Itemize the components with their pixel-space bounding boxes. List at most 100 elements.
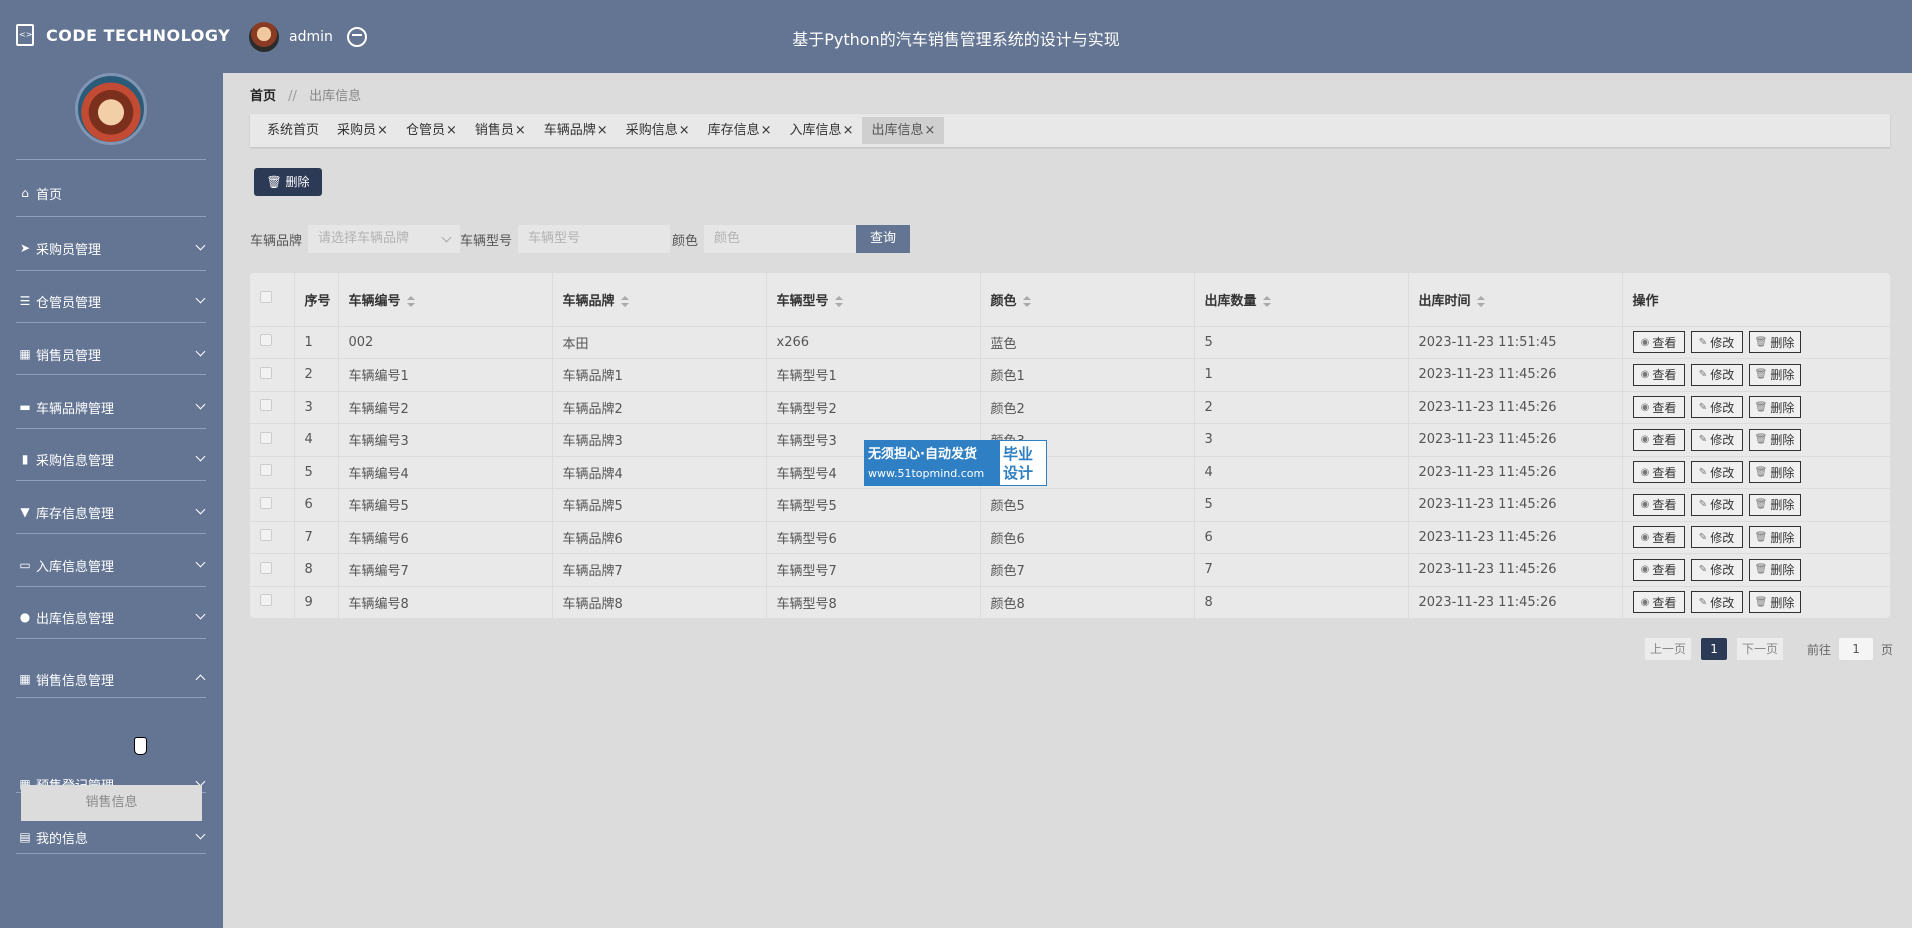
tab[interactable]: 采购员× bbox=[328, 117, 397, 144]
view-button[interactable]: ◉ 查看 bbox=[1632, 493, 1685, 516]
close-icon[interactable]: × bbox=[597, 123, 608, 138]
row-checkbox[interactable] bbox=[260, 464, 272, 477]
view-button[interactable]: ◉ 查看 bbox=[1632, 461, 1685, 484]
delete-button[interactable]: 🗑 删除 bbox=[1748, 428, 1801, 451]
view-button[interactable]: ◉ 查看 bbox=[1632, 396, 1685, 419]
edit-button[interactable]: ✎ 修改 bbox=[1690, 363, 1743, 386]
sidebar-item[interactable]: ☰ 仓管员管理 bbox=[18, 289, 208, 313]
edit-button[interactable]: ✎ 修改 bbox=[1690, 526, 1743, 549]
row-checkbox[interactable] bbox=[260, 496, 272, 509]
sidebar-item[interactable]: ● 出库信息管理 bbox=[18, 605, 208, 629]
edit-button[interactable]: ✎ 修改 bbox=[1690, 493, 1743, 516]
view-button[interactable]: ◉ 查看 bbox=[1632, 558, 1685, 581]
edit-button[interactable]: ✎ 修改 bbox=[1690, 558, 1743, 581]
close-icon[interactable]: × bbox=[924, 123, 935, 138]
row-checkbox[interactable] bbox=[260, 366, 272, 379]
row-checkbox[interactable] bbox=[260, 334, 272, 347]
row-checkbox[interactable] bbox=[260, 561, 272, 574]
close-icon[interactable]: × bbox=[446, 123, 457, 138]
view-button[interactable]: ◉ 查看 bbox=[1632, 331, 1685, 354]
delete-button[interactable]: 🗑 删除 bbox=[1748, 461, 1801, 484]
tab[interactable]: 采购信息× bbox=[617, 117, 699, 144]
column-header-label: 车辆型号 bbox=[776, 293, 829, 309]
delete-button[interactable]: 🗑 删除 bbox=[1748, 396, 1801, 419]
row-select-cell[interactable] bbox=[250, 488, 295, 522]
actions-cell: ◉ 查看 ✎ 修改 🗑 删除 bbox=[1622, 586, 1890, 618]
query-button[interactable]: 查询 bbox=[856, 225, 911, 253]
row-select-cell[interactable] bbox=[250, 358, 295, 392]
prev-page-button[interactable]: 上一页 bbox=[1645, 638, 1692, 660]
sidebar-item[interactable]: ▤ 我的信息 bbox=[18, 825, 208, 849]
column-header[interactable]: 车辆型号 bbox=[766, 273, 981, 327]
sidebar-item[interactable]: ▦ 销售信息管理 bbox=[18, 667, 208, 691]
page-number-current[interactable]: 1 bbox=[1701, 638, 1728, 660]
edit-button[interactable]: ✎ 修改 bbox=[1690, 428, 1743, 451]
tab[interactable]: 库存信息× bbox=[699, 117, 781, 144]
close-icon[interactable]: × bbox=[843, 123, 854, 138]
next-page-button[interactable]: 下一页 bbox=[1737, 638, 1784, 660]
row-select-cell[interactable] bbox=[250, 586, 295, 618]
sidebar-item[interactable]: ▮ 采购信息管理 bbox=[18, 447, 208, 471]
view-button[interactable]: ◉ 查看 bbox=[1632, 526, 1685, 549]
tab[interactable]: 出库信息× bbox=[862, 117, 945, 144]
sort-icon[interactable] bbox=[1022, 295, 1031, 307]
model-filter-input[interactable]: 车辆型号 bbox=[518, 225, 671, 253]
goto-page-input[interactable]: 1 bbox=[1839, 638, 1874, 660]
column-header[interactable]: 出库数量 bbox=[1194, 273, 1409, 327]
edit-button[interactable]: ✎ 修改 bbox=[1690, 396, 1743, 419]
close-icon[interactable]: × bbox=[515, 123, 526, 138]
close-icon[interactable]: × bbox=[761, 123, 772, 138]
sidebar-item[interactable]: ▬ 车辆品牌管理 bbox=[18, 395, 208, 419]
batch-delete-button[interactable]: 🗑 删除 bbox=[254, 168, 322, 196]
sort-icon[interactable] bbox=[1262, 295, 1271, 307]
delete-button[interactable]: 🗑 删除 bbox=[1748, 558, 1801, 581]
tab[interactable]: 系统首页 bbox=[258, 117, 328, 144]
tab[interactable]: 仓管员× bbox=[397, 117, 466, 144]
close-icon[interactable]: × bbox=[679, 123, 690, 138]
row-select-cell[interactable] bbox=[250, 423, 295, 457]
delete-button[interactable]: 🗑 删除 bbox=[1748, 526, 1801, 549]
sidebar-item[interactable]: ▦ 销售员管理 bbox=[18, 342, 208, 366]
row-select-cell[interactable] bbox=[250, 456, 295, 489]
delete-button[interactable]: 🗑 删除 bbox=[1748, 331, 1801, 354]
color-filter-input[interactable]: 颜色 bbox=[704, 225, 857, 253]
select-all-cell[interactable] bbox=[250, 273, 295, 327]
row-select-cell[interactable] bbox=[250, 391, 295, 424]
column-header[interactable]: 车辆品牌 bbox=[552, 273, 767, 327]
row-checkbox[interactable] bbox=[260, 431, 272, 444]
delete-button[interactable]: 🗑 删除 bbox=[1748, 493, 1801, 516]
edit-button[interactable]: ✎ 修改 bbox=[1690, 331, 1743, 354]
breadcrumb-home[interactable]: 首页 bbox=[250, 89, 276, 104]
row-select-cell[interactable] bbox=[250, 521, 295, 554]
view-button[interactable]: ◉ 查看 bbox=[1632, 591, 1685, 614]
view-button[interactable]: ◉ 查看 bbox=[1632, 363, 1685, 386]
edit-button[interactable]: ✎ 修改 bbox=[1690, 461, 1743, 484]
tab[interactable]: 销售员× bbox=[466, 117, 535, 144]
sidebar-item[interactable]: ⌂ 首页 bbox=[18, 181, 208, 205]
edit-button[interactable]: ✎ 修改 bbox=[1690, 591, 1743, 614]
brand-filter-select[interactable]: 请选择车辆品牌 bbox=[308, 225, 461, 253]
sidebar-item[interactable]: ▭ 入库信息管理 bbox=[18, 553, 208, 577]
close-icon[interactable]: × bbox=[377, 123, 388, 138]
delete-button[interactable]: 🗑 删除 bbox=[1748, 591, 1801, 614]
sort-icon[interactable] bbox=[620, 295, 629, 307]
sidebar-item[interactable]: ➤ 采购员管理 bbox=[18, 236, 208, 260]
column-header[interactable]: 出库时间 bbox=[1408, 273, 1623, 327]
column-header[interactable]: 颜色 bbox=[980, 273, 1195, 327]
row-checkbox[interactable] bbox=[260, 399, 272, 412]
tab[interactable]: 入库信息× bbox=[781, 117, 863, 144]
select-all-checkbox[interactable] bbox=[260, 291, 272, 304]
sort-icon[interactable] bbox=[1476, 295, 1485, 307]
row-select-cell[interactable] bbox=[250, 326, 295, 359]
sidebar-subitem-sales-info[interactable]: 销售信息 bbox=[21, 785, 202, 821]
sort-icon[interactable] bbox=[834, 295, 843, 307]
delete-button[interactable]: 🗑 删除 bbox=[1748, 363, 1801, 386]
row-checkbox[interactable] bbox=[260, 529, 272, 542]
row-checkbox[interactable] bbox=[260, 594, 272, 607]
view-button[interactable]: ◉ 查看 bbox=[1632, 428, 1685, 451]
row-select-cell[interactable] bbox=[250, 553, 295, 587]
tab[interactable]: 车辆品牌× bbox=[535, 117, 617, 144]
sidebar-item[interactable]: ▼ 库存信息管理 bbox=[18, 500, 208, 524]
column-header[interactable]: 车辆编号 bbox=[338, 273, 553, 327]
sort-icon[interactable] bbox=[406, 295, 415, 307]
